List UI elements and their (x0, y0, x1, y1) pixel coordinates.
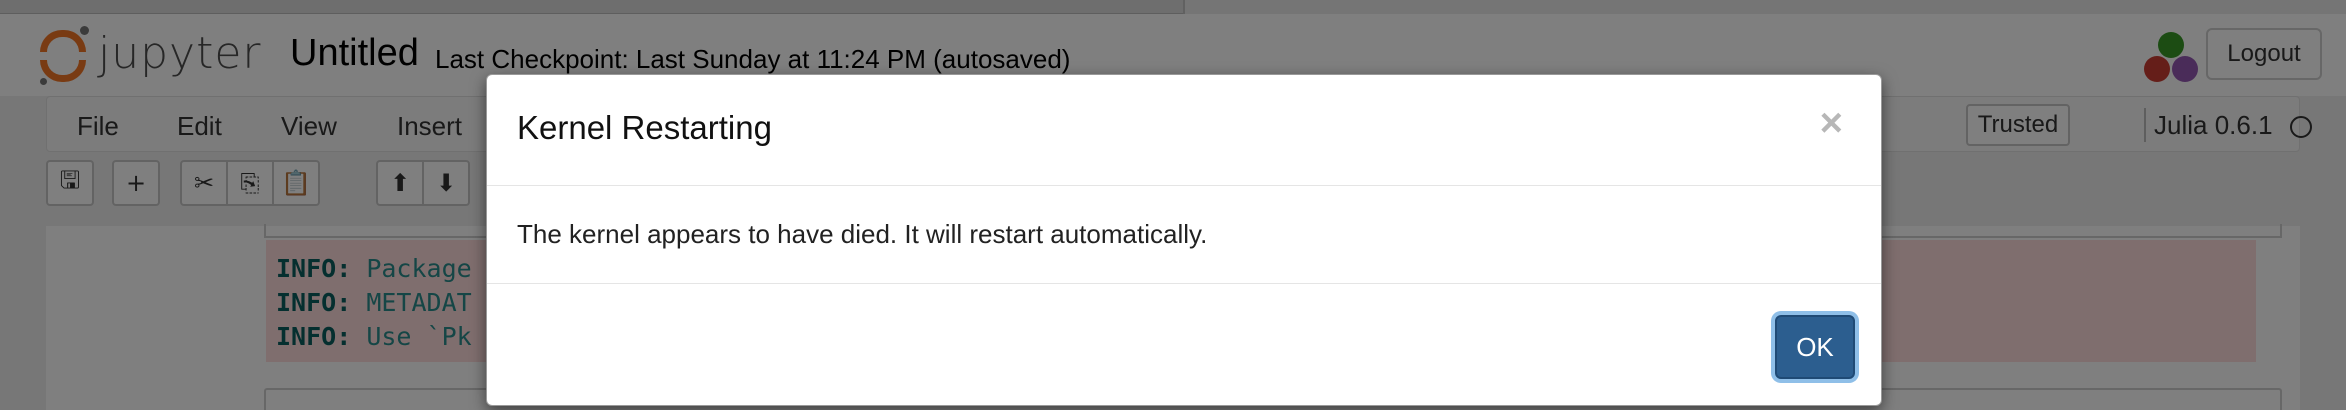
dialog-title: Kernel Restarting (517, 109, 772, 146)
ok-button[interactable]: OK (1775, 315, 1855, 379)
dialog-footer-divider (487, 283, 1881, 284)
kernel-restarting-dialog: Kernel Restarting × The kernel appears t… (486, 74, 1882, 406)
dialog-message: The kernel appears to have died. It will… (517, 219, 1208, 249)
close-icon[interactable]: × (1820, 103, 1843, 143)
dialog-header-divider (487, 185, 1881, 186)
